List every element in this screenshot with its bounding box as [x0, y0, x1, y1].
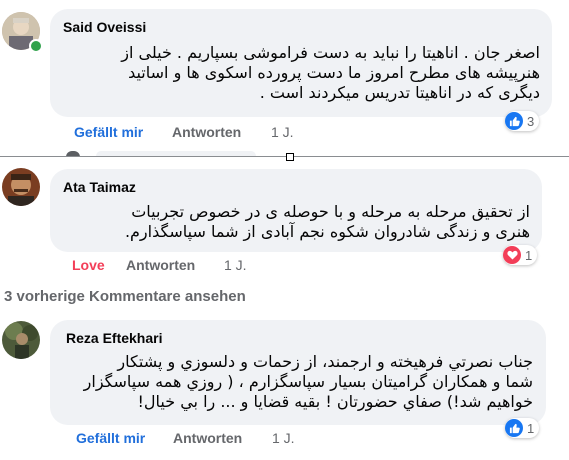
- comment-bubble: Reza Eftekhari جناب نصرتي فرهيخته و ارجم…: [50, 320, 546, 425]
- comment-line: شما و همكاران گراميتان بسيار سپاسگزارم ،…: [83, 372, 533, 391]
- timestamp[interactable]: 1 J.: [224, 257, 247, 273]
- comment-author[interactable]: Reza Eftekhari: [66, 330, 162, 346]
- avatar-image: [2, 168, 40, 206]
- comment-author[interactable]: Ata Taimaz: [63, 179, 136, 195]
- avatar-image: [2, 321, 40, 359]
- reaction-count: 1: [527, 420, 535, 436]
- love-button[interactable]: Love: [72, 257, 105, 273]
- comment-line: هنرپیشه های مطرح امروز ما دست پرورده اسک…: [128, 63, 540, 82]
- comment-line: از تحقیق مرحله به مرحله و با حوصله ی در …: [131, 202, 530, 221]
- reaction-count-badge[interactable]: 3: [505, 111, 540, 131]
- online-status-dot: [29, 39, 43, 53]
- like-icon: [505, 419, 523, 437]
- avatar-ata-taimaz[interactable]: [2, 168, 40, 206]
- comment-text: اصغر جان . اناهیتا را نباید به دست فرامو…: [50, 43, 540, 103]
- timestamp[interactable]: 1 J.: [271, 124, 294, 140]
- comment-author[interactable]: Said Oveissi: [63, 19, 146, 35]
- reply-button[interactable]: Antworten: [126, 257, 195, 273]
- like-button[interactable]: Gefällt mir: [76, 430, 145, 446]
- like-icon: [505, 112, 523, 130]
- comment-line: جناب نصرتي فرهيخته و ارجمند، از زحمات و …: [117, 352, 533, 371]
- reaction-count-badge[interactable]: 1: [505, 418, 540, 438]
- divider: [0, 156, 569, 157]
- reaction-count-badge[interactable]: 1: [503, 245, 538, 265]
- reply-button[interactable]: Antworten: [173, 430, 242, 446]
- reaction-count: 3: [527, 113, 535, 129]
- comment-line: خواهيم شد!) صفاي حضورتان ! بقيه قضايا و …: [137, 392, 533, 411]
- comment-line: اصغر جان . اناهیتا را نباید به دست فرامو…: [121, 43, 540, 62]
- resize-handle[interactable]: [286, 153, 294, 161]
- comment-line: دیگری که در اناهیتا تدریس میکردند است .: [259, 83, 540, 102]
- like-button[interactable]: Gefällt mir: [74, 124, 143, 140]
- reply-button[interactable]: Antworten: [172, 124, 241, 140]
- comment-bubble: Said Oveissi اصغر جان . اناهیتا را نباید…: [50, 9, 552, 117]
- timestamp[interactable]: 1 J.: [272, 430, 295, 446]
- comment-bubble: Ata Taimaz از تحقیق مرحله به مرحله و با …: [50, 169, 542, 252]
- heart-icon: [503, 246, 521, 264]
- view-more-clip: 3 vorherige Kommentare ansehen: [0, 287, 320, 305]
- comment-text: جناب نصرتي فرهيخته و ارجمند، از زحمات و …: [49, 352, 533, 412]
- comment-text: از تحقیق مرحله به مرحله و با حوصله ی در …: [50, 202, 530, 242]
- reaction-count: 1: [525, 247, 533, 263]
- view-previous-comments-link[interactable]: 3 vorherige Kommentare ansehen: [4, 288, 246, 305]
- avatar-reza-eftekhari[interactable]: [2, 321, 40, 359]
- comment-line: هنری و زندگی شادروان شکوه نجم آبادی از ش…: [124, 222, 530, 241]
